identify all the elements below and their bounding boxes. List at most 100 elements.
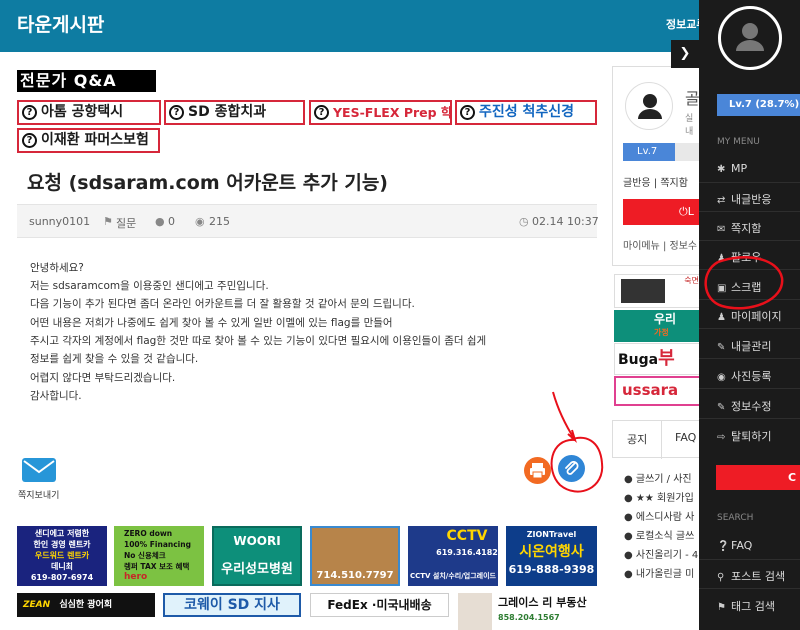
ad-zion-travel[interactable]: ZIONTravel 시온여행사 619-888-9398 — [506, 526, 597, 586]
drawer-item-faq[interactable]: ❔ FAQ — [717, 539, 752, 552]
notice-list-item[interactable]: ● 내가올린글 미 — [624, 565, 694, 580]
ad-hero-financing[interactable]: ZERO down 100% Financing No 신용체크 렝퍼 TAX … — [114, 526, 204, 586]
notice-list-item[interactable]: ● 에스디사람 사 — [624, 508, 694, 523]
scrap-button[interactable] — [558, 455, 585, 482]
ad-text: 그레이스 리 부동산 — [498, 596, 587, 609]
notice-list-item[interactable]: ● ★★ 회원가입 — [624, 489, 694, 504]
level-progress-fill: Lv.7 — [623, 143, 675, 161]
ad-zean[interactable]: ZEAN 심심한 광어회 — [17, 593, 155, 617]
ad-rentcar[interactable]: 샌디에고 저렴한 한인 경영 렌트카 우드워드 렌트카 데니최 619-807-… — [17, 526, 107, 586]
qa-item-atom-taxi[interactable]: ? 아톰 공항택시 — [17, 100, 161, 125]
ad-text: No 신용체크 — [124, 551, 166, 560]
ad-cctv[interactable]: CCTV 619.316.4182 CCTV 설치/수리/업그레이드 — [408, 526, 498, 586]
site-title[interactable]: 타운게시판 — [17, 10, 104, 37]
ad-text: FedEx ·미국내배송 — [327, 598, 432, 612]
envelope-icon: ✉ — [717, 224, 726, 235]
logout-button[interactable]: ⏻L — [623, 199, 703, 225]
post-author[interactable]: sunny0101 — [29, 215, 90, 228]
drawer-level-bar: Lv.7 (28.7%) — [717, 94, 800, 116]
drawer-action-button[interactable]: C — [716, 465, 800, 490]
divider — [699, 299, 800, 300]
drawer-item-mypage[interactable]: ♟ 마이페이지 — [717, 308, 782, 324]
ad-text: 시온여행사 — [519, 544, 584, 560]
send-message-label: 쪽지보내기 — [18, 491, 60, 501]
post-body-line: 감사합니다. — [30, 390, 82, 402]
right-ad-woori[interactable]: 우리 가정 — [614, 310, 702, 342]
drawer-item-label: 스크랩 — [731, 281, 762, 294]
qa-item-label: 주진성 척추신경 — [479, 104, 575, 120]
annotation-arrow — [552, 391, 577, 443]
qa-item-yes-flex[interactable]: ? YES-FLEX Prep 학원 — [309, 100, 452, 125]
divider — [699, 269, 800, 270]
post-body-line: 저는 sdsaramcom을 이용중인 샌디에고 주민입니다. — [30, 280, 269, 292]
tag-icon: ⚑ — [103, 215, 113, 228]
ad-flooring[interactable]: 714.510.7797 — [310, 526, 400, 586]
ad-text: ZIONTravel — [526, 530, 577, 539]
question-icon: ? — [460, 105, 475, 120]
paperclip-icon — [565, 461, 579, 475]
right-ad-buga[interactable]: Buga부 — [614, 343, 702, 375]
clock-icon: ◷ — [519, 215, 529, 228]
user-icon — [736, 23, 764, 51]
post-body-line: 안녕하세요? — [30, 262, 84, 274]
realtor-photo — [458, 593, 492, 630]
level-progress: Lv.7 — [623, 143, 703, 161]
drawer-item-label: 태그 검색 — [731, 600, 775, 613]
question-icon: ? — [22, 133, 37, 148]
notice-list-item[interactable]: ● 로컬소식 글쓰 — [624, 527, 694, 542]
drawer-item-withdraw[interactable]: ⇨ 탈퇴하기 — [717, 428, 771, 444]
ad-text: 샌디에고 저렴한 — [34, 529, 90, 538]
qa-item-sd-dental[interactable]: ? SD 종합치과 — [164, 100, 305, 125]
right-ad-ussaram[interactable]: ussara — [614, 376, 702, 406]
drawer-avatar[interactable] — [718, 6, 782, 70]
drawer-item-mp[interactable]: ✱ MP — [717, 162, 747, 175]
drawer-item-post-search[interactable]: ⚲ 포스트 검색 — [717, 568, 785, 584]
ad-fedex[interactable]: FedEx ·미국내배송 — [310, 593, 449, 617]
tab-notice[interactable]: 공지 — [627, 431, 647, 447]
drawer-item-photo-upload[interactable]: ◉ 사진등록 — [717, 368, 771, 384]
ad-grace-realty[interactable]: 그레이스 리 부동산 858.204.1567 — [458, 593, 597, 630]
post-category[interactable]: 질문 — [116, 215, 136, 231]
drawer-item-label: 쪽지함 — [731, 222, 762, 235]
drawer-item-reactions[interactable]: ⇄ 내글반응 — [717, 191, 771, 207]
avatar[interactable] — [625, 82, 673, 130]
drawer-toggle-button[interactable]: ❯ — [671, 40, 699, 68]
qa-item-farmers-insurance[interactable]: ? 이재환 파머스보험 — [17, 128, 160, 153]
ad-text: 한인 경영 렌트카 — [33, 540, 91, 549]
ad-coway[interactable]: 코웨이 SD 지사 — [163, 593, 301, 617]
question-icon: ? — [169, 105, 184, 120]
ad-text: 714.510.7797 — [316, 570, 394, 581]
logout-label: L — [687, 205, 694, 218]
user-icon — [638, 94, 662, 119]
ad-woori-hospital[interactable]: WOORI 우리성모병원 — [212, 526, 302, 586]
drawer-item-tag-search[interactable]: ⚑ 태그 검색 — [717, 598, 775, 614]
app-window: 타운게시판 정보교류 전문가 Q&A ? 아톰 공항택시 ? SD 종합치과 ?… — [0, 0, 800, 630]
tab-faq[interactable]: FAQ — [675, 431, 696, 444]
ad-text: 619-888-9398 — [508, 563, 595, 576]
users-icon: ♟ — [717, 253, 726, 264]
post-meta-bar: sunny0101 ⚑ 질문 ● 0 ◉ 215 ◷ 02.14 10:37 — [17, 204, 599, 238]
qa-item-label: 아톰 공항택시 — [41, 104, 124, 120]
qa-item-chiropractic[interactable]: ? 주진성 척추신경 — [455, 100, 597, 125]
envelope-icon — [22, 458, 56, 482]
profile-bottom-links[interactable]: 마이메뉴 | 정보수 — [623, 237, 697, 252]
notice-list-item[interactable]: ● 사진올리기 - 4 — [624, 546, 698, 561]
drawer-item-messages[interactable]: ✉ 쪽지함 — [717, 220, 761, 236]
drawer-item-edit-info[interactable]: ✎ 정보수정 — [717, 398, 771, 414]
tags-icon: ⚑ — [717, 602, 726, 613]
search-heading: SEARCH — [717, 513, 754, 523]
ad-text: 부 — [658, 348, 675, 369]
send-message-button[interactable]: 쪽지보내기 — [18, 458, 62, 502]
profile-links[interactable]: 글반응 | 쪽지함 — [623, 174, 688, 189]
drawer-item-label: 내글반응 — [731, 193, 772, 206]
ad-text: ussara — [622, 381, 679, 399]
drawer-item-manage-posts[interactable]: ✎ 내글관리 — [717, 338, 771, 354]
print-button[interactable] — [524, 457, 551, 484]
right-ad-1[interactable]: 숙면 — [614, 274, 702, 308]
notice-list-item[interactable]: ● 글쓰기 / 사진 — [624, 470, 692, 485]
chevron-right-icon: ❯ — [679, 46, 691, 61]
drawer-item-label: MP — [731, 162, 748, 175]
drawer-item-follow[interactable]: ♟ 팔로우 — [717, 249, 761, 265]
ad-text: 우리 — [654, 312, 677, 326]
drawer-item-scrap[interactable]: ▣ 스크랩 — [717, 279, 761, 295]
